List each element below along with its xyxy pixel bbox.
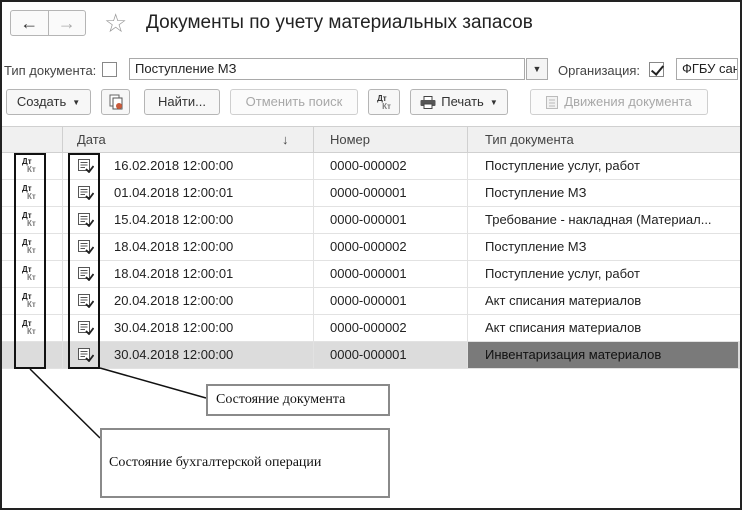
accounting-state-callout: Состояние бухгалтерской операции [100,428,390,498]
doc-state-callout: Состояние документа [206,384,390,416]
